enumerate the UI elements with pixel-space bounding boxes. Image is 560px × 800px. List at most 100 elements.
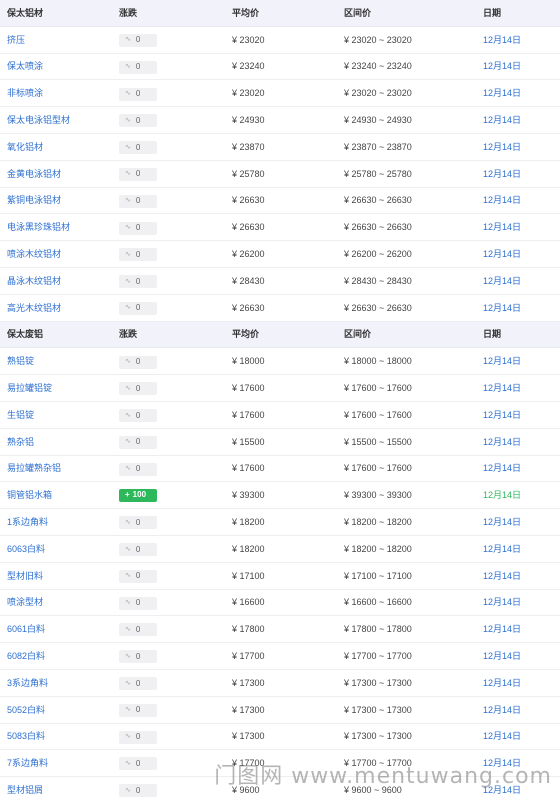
product-name-link[interactable]: 5052白料 [7, 704, 45, 716]
product-name-link[interactable]: 非标喷涂 [7, 87, 43, 99]
table-row[interactable]: 电泳黑珍珠铝材 ∿ 0 ¥ 26630 ¥ 26630 ~ 26630 12月14日 [0, 214, 560, 242]
table-row[interactable]: 熟杂铝 ∿ 0 ¥ 15500 ¥ 15500 ~ 15500 12月14日 [0, 428, 560, 456]
product-name-link[interactable]: 熟杂铝 [7, 436, 34, 448]
table-row[interactable]: 铜管铝水箱 +100 ¥ 39300 ¥ 39300 ~ 39300 12月14日 [0, 482, 560, 510]
product-name-link[interactable]: 保太喷涂 [7, 60, 43, 72]
product-name-link[interactable]: 紫铜电泳铝材 [7, 194, 61, 206]
change-value: 0 [135, 249, 141, 259]
change-cell: ∿ 0 [119, 300, 157, 315]
product-name-link[interactable]: 保太电泳铝型材 [7, 114, 70, 126]
product-name-link[interactable]: 易拉罐铝锭 [7, 382, 52, 394]
change-cell: ∿ 0 [119, 595, 157, 610]
change-badge: ∿ 0 [119, 623, 157, 637]
product-name-link[interactable]: 5083白料 [7, 730, 45, 742]
price-range: ¥ 28430 ~ 28430 [344, 275, 412, 286]
change-badge: ∿ 0 [119, 114, 157, 128]
change-value: 0 [135, 732, 141, 742]
table-row[interactable]: 6061白料 ∿ 0 ¥ 17800 ¥ 17800 ~ 17800 12月14日 [0, 616, 560, 644]
change-value: 0 [135, 383, 141, 393]
price-range: ¥ 26630 ~ 26630 [344, 302, 412, 313]
price-range: ¥ 26200 ~ 26200 [344, 249, 412, 260]
table-row[interactable]: 易拉罐熟杂铝 ∿ 0 ¥ 17600 ¥ 17600 ~ 17600 12月14日 [0, 455, 560, 483]
product-name-link[interactable]: 喷涂型材 [7, 596, 43, 608]
product-name-link[interactable]: 易拉罐熟杂铝 [7, 462, 61, 474]
product-name-link[interactable]: 型材铝屑 [7, 784, 43, 796]
average-price: ¥ 23020 [232, 88, 265, 99]
product-name-link[interactable]: 喷涂木纹铝材 [7, 248, 61, 260]
flat-trend-icon: ∿ [125, 786, 131, 794]
change-value: 0 [135, 142, 141, 152]
product-name-link[interactable]: 高光木纹铝材 [7, 302, 61, 314]
change-badge: ∿ 0 [119, 60, 157, 74]
table-row[interactable]: 高光木纹铝材 ∿ 0 ¥ 26630 ¥ 26630 ~ 26630 12月14日 [0, 294, 560, 322]
flat-trend-icon: ∿ [125, 224, 131, 232]
product-name-link[interactable]: 7系边角料 [7, 757, 48, 769]
table-row[interactable]: 熟铝锭 ∿ 0 ¥ 18000 ¥ 18000 ~ 18000 12月14日 [0, 348, 560, 376]
product-name-link[interactable]: 晶泳木纹铝材 [7, 275, 61, 287]
change-cell: ∿ 0 [119, 783, 157, 798]
change-badge: ∿ 0 [119, 194, 157, 208]
price-range: ¥ 26630 ~ 26630 [344, 222, 412, 233]
product-name-link[interactable]: 6082白料 [7, 650, 45, 662]
change-value: 100 [132, 490, 147, 500]
table-row[interactable]: 保太喷涂 ∿ 0 ¥ 23240 ¥ 23240 ~ 23240 12月14日 [0, 53, 560, 81]
product-name-link[interactable]: 6061白料 [7, 623, 45, 635]
change-badge: ∿ 0 [119, 275, 157, 289]
table-row[interactable]: 紫铜电泳铝材 ∿ 0 ¥ 26630 ¥ 26630 ~ 26630 12月14日 [0, 187, 560, 215]
table-row[interactable]: 易拉罐铝锭 ∿ 0 ¥ 17600 ¥ 17600 ~ 17600 12月14日 [0, 375, 560, 402]
date-cell: 12月14日 [483, 195, 522, 206]
column-header-date: 日期 [483, 7, 502, 18]
change-cell: ∿ 0 [119, 86, 157, 101]
date-cell: 12月14日 [483, 356, 522, 367]
product-name-link[interactable]: 生铝锭 [7, 409, 34, 421]
table-row[interactable]: 生铝锭 ∿ 0 ¥ 17600 ¥ 17600 ~ 17600 12月14日 [0, 401, 560, 429]
product-name-link[interactable]: 3系边角料 [7, 677, 48, 689]
flat-trend-icon: ∿ [125, 116, 131, 124]
average-price: ¥ 17700 [232, 651, 265, 662]
table-row[interactable]: 6082白料 ∿ 0 ¥ 17700 ¥ 17700 ~ 17700 12月14日 [0, 643, 560, 670]
date-cell: 12月14日 [483, 517, 522, 528]
product-name-link[interactable]: 1系边角料 [7, 516, 48, 528]
product-name-link[interactable]: 铜管铝水箱 [7, 489, 52, 501]
flat-trend-icon: ∿ [125, 652, 131, 660]
change-badge: ∿ 0 [119, 569, 157, 583]
table-row[interactable]: 5052白料 ∿ 0 ¥ 17300 ¥ 17300 ~ 17300 12月14日 [0, 696, 560, 724]
table-row[interactable]: 喷涂型材 ∿ 0 ¥ 16600 ¥ 16600 ~ 16600 12月14日 [0, 589, 560, 617]
table-row[interactable]: 1系边角料 ∿ 0 ¥ 18200 ¥ 18200 ~ 18200 12月14日 [0, 509, 560, 536]
table-row[interactable]: 氧化铝材 ∿ 0 ¥ 23870 ¥ 23870 ~ 23870 12月14日 [0, 133, 560, 161]
flat-trend-icon: ∿ [125, 625, 131, 633]
table-row[interactable]: 喷涂木纹铝材 ∿ 0 ¥ 26200 ¥ 26200 ~ 26200 12月14日 [0, 241, 560, 268]
product-name-link[interactable]: 6063白料 [7, 543, 45, 555]
flat-trend-icon: ∿ [125, 36, 131, 44]
date-cell: 12月14日 [483, 115, 522, 126]
table-row[interactable]: 3系边角料 ∿ 0 ¥ 17300 ¥ 17300 ~ 17300 12月14日 [0, 669, 560, 697]
change-cell: ∿ 0 [119, 140, 157, 155]
product-name-link[interactable]: 挤压 [7, 34, 25, 46]
product-name-link[interactable]: 金黄电泳铝材 [7, 168, 61, 180]
table-row[interactable]: 晶泳木纹铝材 ∿ 0 ¥ 28430 ¥ 28430 ~ 28430 12月14日 [0, 267, 560, 295]
price-range: ¥ 17600 ~ 17600 [344, 409, 412, 420]
table-row[interactable]: 6063白料 ∿ 0 ¥ 18200 ¥ 18200 ~ 18200 12月14日 [0, 535, 560, 563]
table-row[interactable]: 型材旧料 ∿ 0 ¥ 17100 ¥ 17100 ~ 17100 12月14日 [0, 562, 560, 590]
product-name-link[interactable]: 型材旧料 [7, 570, 43, 582]
date-cell: 12月14日 [483, 570, 522, 581]
table-row[interactable]: 挤压 ∿ 0 ¥ 23020 ¥ 23020 ~ 23020 12月14日 [0, 26, 560, 54]
product-name-link[interactable]: 氧化铝材 [7, 141, 43, 153]
product-name-link[interactable]: 熟铝锭 [7, 355, 34, 367]
price-range: ¥ 18000 ~ 18000 [344, 356, 412, 367]
table-row[interactable]: 非标喷涂 ∿ 0 ¥ 23020 ¥ 23020 ~ 23020 12月14日 [0, 80, 560, 108]
product-name-link[interactable]: 电泳黑珍珠铝材 [7, 221, 70, 233]
up-arrow-icon: + [125, 490, 130, 500]
flat-trend-icon: ∿ [125, 545, 131, 553]
table-row[interactable]: 金黄电泳铝材 ∿ 0 ¥ 25780 ¥ 25780 ~ 25780 12月14日 [0, 160, 560, 188]
table-row[interactable]: 5083白料 ∿ 0 ¥ 17300 ¥ 17300 ~ 17300 12月14日 [0, 723, 560, 751]
flat-trend-icon: ∿ [125, 304, 131, 312]
change-cell: ∿ 0 [119, 408, 157, 423]
change-cell: ∿ 0 [119, 113, 157, 128]
average-price: ¥ 24930 [232, 115, 265, 126]
change-badge: ∿ 0 [119, 167, 157, 181]
date-cell: 12月14日 [483, 409, 522, 420]
change-badge: ∿ 0 [119, 516, 157, 530]
table-row[interactable]: 保太电泳铝型材 ∿ 0 ¥ 24930 ¥ 24930 ~ 24930 12月14日 [0, 107, 560, 134]
date-cell: 12月14日 [483, 624, 522, 635]
